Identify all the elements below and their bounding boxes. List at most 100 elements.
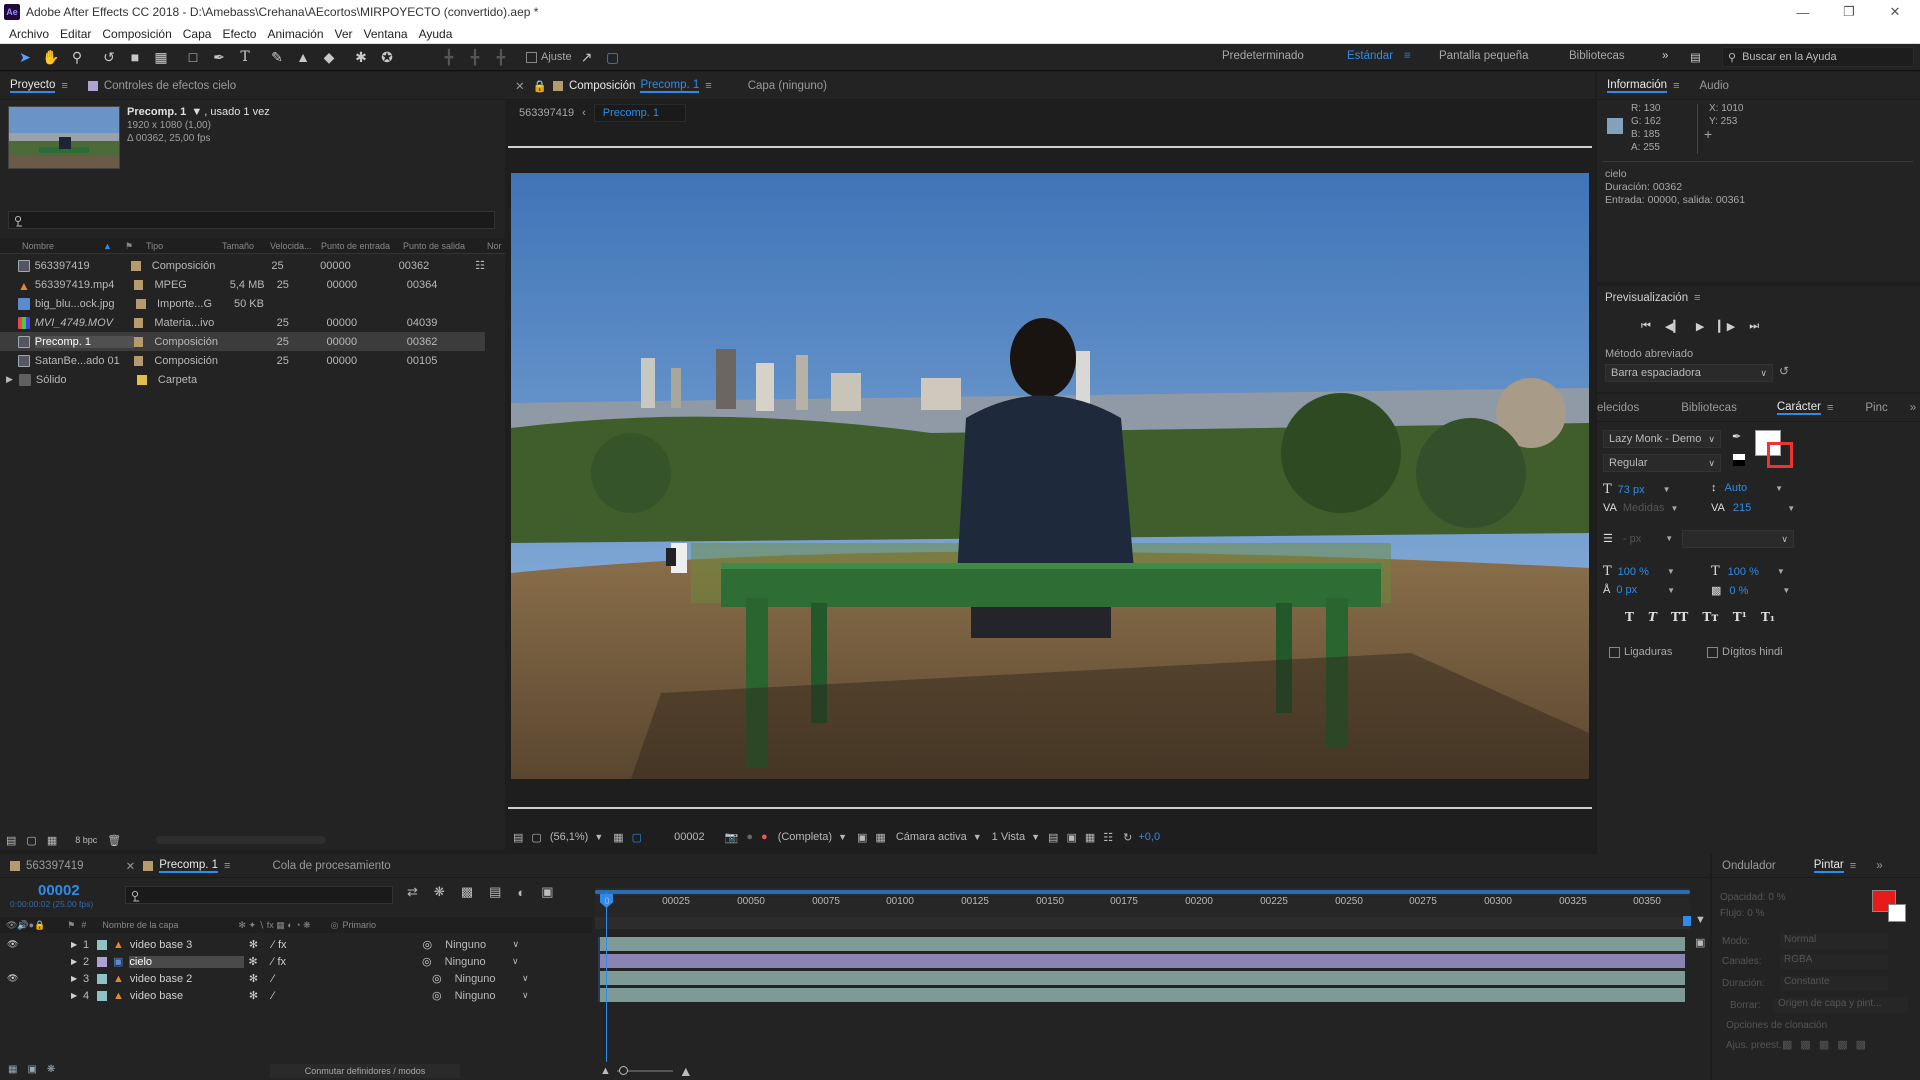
comp-button-icon[interactable]: ▼ <box>1695 914 1706 926</box>
snapping-checkbox[interactable] <box>526 51 537 63</box>
selection-tool-icon[interactable]: ➤ <box>14 46 36 68</box>
font-size-value[interactable]: 73 px <box>1618 484 1645 496</box>
resolution-dropdown[interactable]: (Completa) <box>778 831 832 843</box>
background-color-swatch[interactable] <box>1888 904 1906 922</box>
work-area-range[interactable] <box>595 890 1690 894</box>
camera-tool-icon[interactable]: ■ <box>124 46 146 68</box>
menu-composicion[interactable]: Composición <box>102 27 171 41</box>
help-search-field[interactable]: ⚲ Buscar en la Ayuda <box>1722 47 1914 67</box>
breadcrumb-current[interactable]: Precomp. 1 <box>593 104 686 122</box>
superscript-button[interactable]: T¹ <box>1733 610 1747 624</box>
minimize-icon[interactable]: — <box>1780 0 1826 24</box>
snapshot-icon[interactable]: 📷 <box>725 831 739 844</box>
faux-italic-button[interactable]: T <box>1648 610 1657 624</box>
chevron-down-icon[interactable]: ▼ <box>1663 485 1671 494</box>
transfer-controls-icon[interactable]: ▣ <box>27 1064 36 1075</box>
project-item[interactable]: ▲ 563397419.mp4 MPEG 5,4 MB 25 00000 003… <box>0 275 485 294</box>
col-nor[interactable]: Nor <box>487 238 502 254</box>
ligatures-option[interactable]: Ligaduras <box>1609 646 1672 658</box>
toggle-pixel-icon[interactable]: ▤ <box>1048 831 1058 844</box>
vertical-scale-control[interactable]: T 100 % ▼ <box>1603 564 1703 579</box>
restore-icon[interactable]: ❐ <box>1826 0 1872 24</box>
menu-efecto[interactable]: Efecto <box>222 27 256 41</box>
monitor-icon[interactable]: ▢ <box>531 831 541 844</box>
work-area-bar[interactable] <box>595 888 1690 896</box>
horizontal-scale-control[interactable]: T 100 % ▼ <box>1711 564 1811 579</box>
rectangle-tool-icon[interactable]: □ <box>182 46 204 68</box>
more-workspaces-icon[interactable]: » <box>1662 50 1668 62</box>
tab-audio[interactable]: Audio <box>1690 72 1739 100</box>
stroke-type-dropdown[interactable]: ∨ <box>1682 530 1794 548</box>
pick-whip-icon[interactable]: ◎ <box>422 955 432 968</box>
col-parent[interactable]: Primario <box>343 920 377 930</box>
rotate-tool-icon[interactable]: ↺ <box>98 46 120 68</box>
views-dropdown[interactable]: 1 Vista <box>992 831 1025 843</box>
menu-ver[interactable]: Ver <box>335 27 353 41</box>
effects-switch-icon[interactable]: fx <box>278 939 287 951</box>
motion-blur-icon[interactable]: ◐ <box>517 885 525 900</box>
label-swatch[interactable] <box>133 317 144 328</box>
expand-arrow-icon[interactable]: ▶ <box>71 957 83 966</box>
clone-preset-1-icon[interactable]: ▩ <box>1782 1038 1792 1051</box>
eyedropper-icon[interactable]: ✒ <box>1732 430 1741 443</box>
more-tabs-icon[interactable]: » <box>1866 854 1892 878</box>
always-preview-icon[interactable]: ▤ <box>513 831 523 844</box>
grid-icon[interactable]: ▦ <box>875 831 885 844</box>
layer-name[interactable]: video base <box>130 990 245 1002</box>
first-frame-icon[interactable]: ⏮ <box>1641 320 1651 333</box>
hindi-digits-checkbox[interactable] <box>1707 646 1718 658</box>
workspace-bibliotecas[interactable]: Bibliotecas <box>1569 50 1625 62</box>
quality-switch-icon[interactable]: ∕ <box>272 973 274 985</box>
black-white-swatch[interactable] <box>1733 454 1745 466</box>
project-scrollbar[interactable] <box>156 836 326 844</box>
reset-exposure-icon[interactable]: ↻ <box>1123 831 1132 844</box>
menu-editar[interactable]: Editar <box>60 27 91 41</box>
parent-dropdown[interactable]: Ninguno ∨ <box>449 971 534 986</box>
paint-duration-dropdown[interactable]: Constante <box>1780 976 1888 991</box>
clone-preset-2-icon[interactable]: ▩ <box>1800 1038 1810 1051</box>
expand-arrow-icon[interactable]: ▶ <box>71 974 83 983</box>
tab-pintar[interactable]: Pintar ≡ <box>1804 854 1866 878</box>
project-item[interactable]: SatanBe...ado 01 Composición 25 00000 00… <box>0 351 485 370</box>
clip-bar-video-base[interactable] <box>600 988 1685 1002</box>
expand-arrow-icon[interactable]: ▶ <box>6 374 13 385</box>
tab-effect-controls[interactable]: Controles de efectos cielo <box>78 72 246 100</box>
visibility-eye-icon[interactable]: 👁 <box>7 973 51 984</box>
close-tab-icon[interactable]: ✕ <box>126 859 136 873</box>
in-out-toggle-icon[interactable]: ❋ <box>47 1064 55 1075</box>
tab-ondulador[interactable]: Ondulador <box>1712 854 1786 878</box>
project-item[interactable]: big_blu...ock.jpg Importe...G 50 KB <box>0 294 485 313</box>
label-swatch[interactable] <box>133 279 144 290</box>
leading-control[interactable]: ↕ Auto ▼ <box>1711 482 1811 494</box>
layer-label-swatch[interactable] <box>97 939 107 950</box>
layer-row[interactable]: 👁 ▶ 1 ▲ video base 3 ✻ ∕ fx ◎ Ninguno ∨ <box>0 936 592 953</box>
tab-pinceles[interactable]: Pinc <box>1855 394 1897 422</box>
kerning-value[interactable]: Medidas <box>1623 502 1665 514</box>
small-caps-button[interactable]: Tт <box>1702 610 1718 624</box>
time-navigator[interactable] <box>595 917 1690 929</box>
flowchart-icon[interactable]: ☷ <box>475 259 485 272</box>
chevron-down-icon[interactable]: ▼ <box>838 832 847 842</box>
chevron-down-icon[interactable]: ▼ <box>1775 484 1783 493</box>
shy-layers-icon[interactable]: ▩ <box>461 884 473 900</box>
tsume-value[interactable]: 0 % <box>1729 585 1748 597</box>
label-swatch[interactable] <box>133 336 144 347</box>
collapse-switch-icon[interactable]: ✻ <box>249 972 258 985</box>
chevron-down-icon[interactable]: ▼ <box>1031 832 1040 842</box>
vertical-scale-value[interactable]: 100 % <box>1618 566 1649 578</box>
layer-label-swatch[interactable] <box>97 973 107 984</box>
zoom-slider[interactable] <box>616 1066 673 1075</box>
subscript-button[interactable]: T₁ <box>1761 610 1775 624</box>
pick-whip-icon[interactable]: ◎ <box>432 972 442 985</box>
parent-dropdown[interactable]: Ninguno ∨ <box>449 988 534 1003</box>
comp-viewer-frame[interactable] <box>511 173 1589 779</box>
layer-row[interactable]: 👁 ▶ 3 ▲ video base 2 ✻ ∕ ◎ Ninguno ∨ <box>0 970 592 987</box>
snapshot-marker-icon[interactable]: ▣ <box>1695 936 1705 949</box>
menu-ventana[interactable]: Ventana <box>364 27 408 41</box>
all-caps-button[interactable]: TT <box>1671 610 1688 624</box>
clone-preset-4-icon[interactable]: ▩ <box>1837 1038 1847 1051</box>
panel-layout-icon[interactable]: ▤ <box>1690 50 1701 64</box>
label-swatch[interactable] <box>131 260 141 271</box>
visibility-eye-icon[interactable]: 👁 <box>7 939 51 950</box>
camera-dropdown[interactable]: Cámara activa <box>896 831 967 843</box>
